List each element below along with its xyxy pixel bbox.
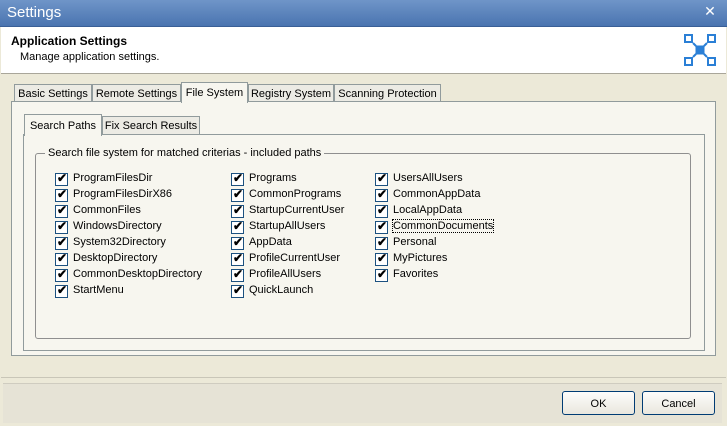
checkbox-label: Personal	[393, 236, 437, 248]
check-icon: ✔	[377, 171, 388, 185]
check-icon: ✔	[233, 219, 244, 233]
checkbox-label: StartMenu	[73, 284, 124, 296]
checkbox-label: ProgramFilesDirX86	[73, 188, 173, 200]
check-icon: ✔	[233, 267, 244, 281]
checkbox-label: DesktopDirectory	[73, 252, 158, 264]
checkbox-label: AppData	[249, 236, 292, 248]
header-subtitle: Manage application settings.	[20, 51, 160, 63]
checkbox-box[interactable]: ✔	[55, 283, 68, 298]
header-title: Application Settings	[11, 34, 128, 48]
checkbox-label: Favorites	[393, 268, 439, 280]
checkbox-box[interactable]: ✔	[55, 235, 68, 250]
checkbox-box[interactable]: ✔	[375, 235, 388, 250]
check-icon: ✔	[233, 171, 244, 185]
check-icon: ✔	[57, 171, 68, 185]
checkbox-box[interactable]: ✔	[231, 187, 244, 202]
ok-button[interactable]: OK	[562, 391, 635, 415]
app-logo-icon	[684, 34, 716, 66]
checkbox-box[interactable]: ✔	[55, 171, 68, 186]
checkbox-label: ProfileCurrentUser	[249, 252, 341, 264]
check-icon: ✔	[57, 235, 68, 249]
checkbox-box[interactable]: ✔	[231, 219, 244, 234]
checkbox-label: ProgramFilesDir	[73, 172, 153, 184]
check-icon: ✔	[377, 187, 388, 201]
checkbox-box[interactable]: ✔	[55, 267, 68, 282]
title-bar: Settings ✕	[0, 0, 727, 27]
check-icon: ✔	[57, 267, 68, 281]
checkbox-box[interactable]: ✔	[375, 267, 388, 282]
checkbox-label: CommonFiles	[73, 204, 141, 216]
checkbox-box[interactable]: ✔	[231, 251, 244, 266]
checkbox-box[interactable]: ✔	[231, 235, 244, 250]
group-legend: Search file system for matched criterias…	[45, 147, 325, 159]
checkbox-box[interactable]: ✔	[55, 203, 68, 218]
checkbox-box[interactable]: ✔	[375, 187, 388, 202]
checkbox-box[interactable]: ✔	[231, 203, 244, 218]
footer-separator	[1, 377, 726, 378]
check-icon: ✔	[57, 283, 68, 297]
check-icon: ✔	[57, 187, 68, 201]
checkbox-box[interactable]: ✔	[55, 219, 68, 234]
check-icon: ✔	[233, 251, 244, 265]
checkbox-label: CommonDocuments	[391, 219, 495, 233]
checkbox-label: WindowsDirectory	[73, 220, 162, 232]
tab-search-paths[interactable]: Search Paths	[24, 114, 102, 136]
checkbox-box[interactable]: ✔	[55, 187, 68, 202]
check-icon: ✔	[377, 267, 388, 281]
check-icon: ✔	[233, 203, 244, 217]
tab-fix-search-results[interactable]: Fix Search Results	[102, 116, 200, 136]
checkbox-label: CommonDesktopDirectory	[73, 268, 202, 280]
checkbox-label: MyPictures	[393, 252, 448, 264]
checkbox-label: LocalAppData	[393, 204, 463, 216]
checkbox-box[interactable]: ✔	[375, 251, 388, 266]
window-title: Settings	[7, 4, 62, 21]
checkbox-label: ProfileAllUsers	[249, 268, 322, 280]
checkbox-box[interactable]: ✔	[231, 283, 244, 298]
checkbox-box[interactable]: ✔	[375, 203, 388, 218]
cancel-button[interactable]: Cancel	[642, 391, 715, 415]
checkbox-box[interactable]: ✔	[55, 251, 68, 266]
settings-header: Application Settings Manage application …	[1, 27, 726, 74]
checkbox-label: CommonPrograms	[249, 188, 342, 200]
checkbox-label: UsersAllUsers	[393, 172, 463, 184]
close-icon[interactable]: ✕	[703, 4, 717, 18]
tab-file-system[interactable]: File System	[181, 82, 248, 103]
check-icon: ✔	[377, 219, 388, 233]
check-icon: ✔	[377, 251, 388, 265]
checkbox-box[interactable]: ✔	[231, 267, 244, 282]
checkbox-box[interactable]: ✔	[375, 219, 388, 234]
checkbox-box[interactable]: ✔	[375, 171, 388, 186]
checkbox-label: CommonAppData	[393, 188, 481, 200]
check-icon: ✔	[377, 235, 388, 249]
checkbox-box[interactable]: ✔	[231, 171, 244, 186]
check-icon: ✔	[57, 251, 68, 265]
check-icon: ✔	[233, 283, 244, 297]
check-icon: ✔	[377, 203, 388, 217]
check-icon: ✔	[57, 219, 68, 233]
checkbox-label: StartupAllUsers	[249, 220, 326, 232]
check-icon: ✔	[233, 235, 244, 249]
check-icon: ✔	[233, 187, 244, 201]
checkbox-label: QuickLaunch	[249, 284, 314, 296]
checkbox-label: System32Directory	[73, 236, 166, 248]
checkbox-label: Programs	[249, 172, 297, 184]
checkbox-label: StartupCurrentUser	[249, 204, 345, 216]
check-icon: ✔	[57, 203, 68, 217]
